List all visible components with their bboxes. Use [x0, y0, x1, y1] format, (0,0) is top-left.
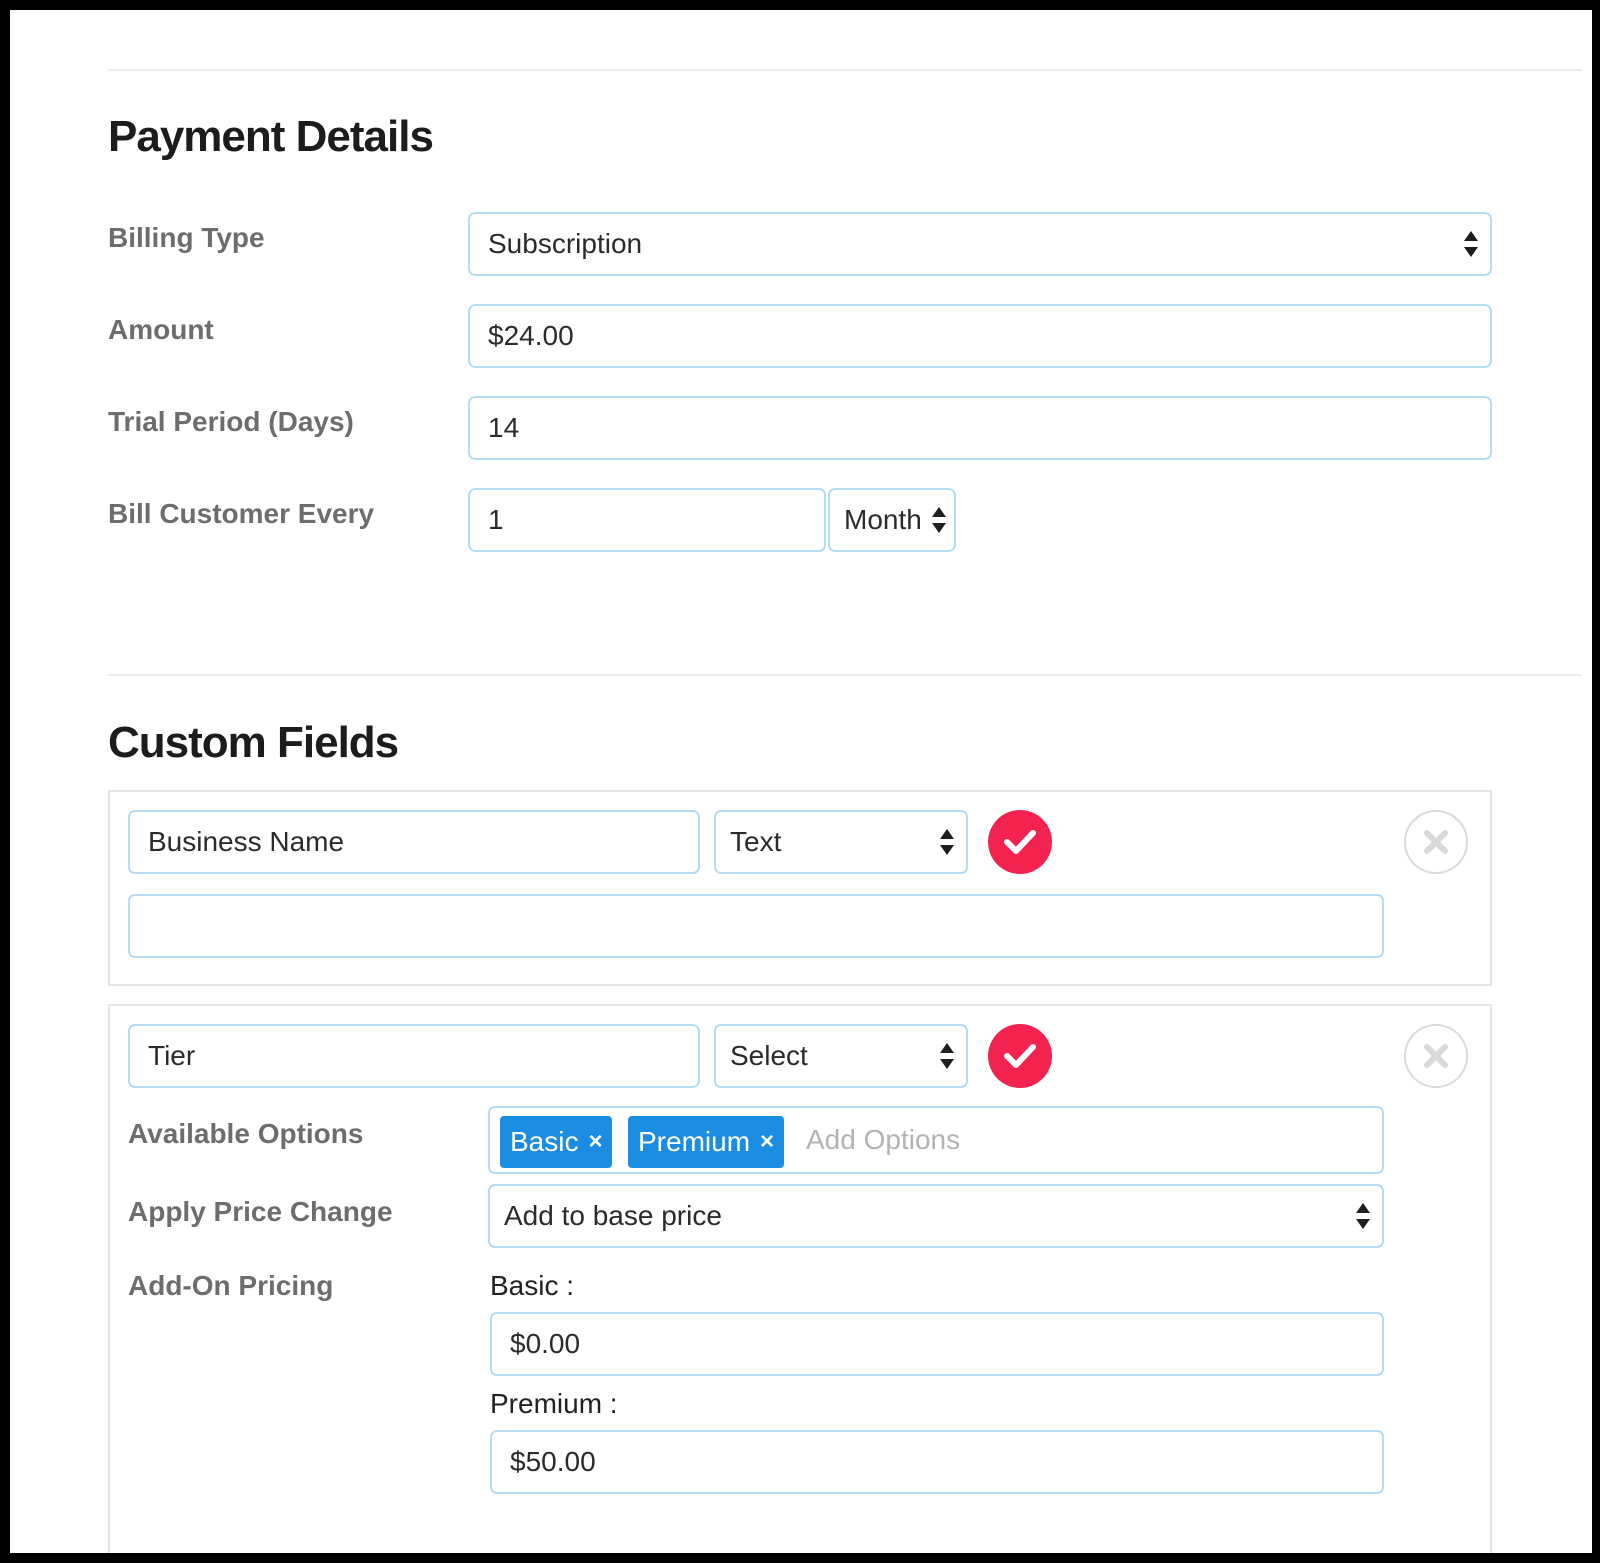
field-name-input[interactable]: Business Name — [128, 810, 700, 874]
trial-period-label: Trial Period (Days) — [108, 406, 354, 437]
addon-price-value: $50.00 — [510, 1446, 596, 1477]
close-icon — [1424, 1044, 1448, 1068]
required-toggle[interactable] — [988, 1024, 1052, 1088]
option-tag-premium: Premium × — [628, 1116, 785, 1168]
add-options-input[interactable] — [804, 1108, 1364, 1172]
option-tag-basic: Basic × — [500, 1116, 613, 1168]
option-tag-label: Basic — [510, 1126, 579, 1157]
options-tag-input[interactable]: Basic × Premium × — [488, 1106, 1384, 1174]
required-toggle[interactable] — [988, 810, 1052, 874]
field-name-value: Tier — [148, 1040, 196, 1071]
addon-price-input-premium[interactable]: $50.00 — [490, 1430, 1384, 1494]
option-tag-label: Premium — [638, 1126, 751, 1157]
apply-price-change-value: Add to base price — [504, 1200, 722, 1231]
select-arrows-icon — [1464, 230, 1478, 258]
form-page: Payment Details Billing Type Subscriptio… — [10, 10, 1592, 1553]
trial-period-value: 14 — [488, 412, 520, 443]
select-arrows-icon — [940, 1042, 954, 1070]
remove-field-button[interactable] — [1404, 1024, 1468, 1088]
field-name-input[interactable]: Tier — [128, 1024, 700, 1088]
apply-price-change-select[interactable]: Add to base price — [488, 1184, 1384, 1248]
addon-pricing-label: Add-On Pricing — [128, 1270, 334, 1301]
select-arrows-icon — [940, 828, 954, 856]
custom-fields-heading: Custom Fields — [108, 718, 399, 767]
field-extra-input[interactable] — [128, 894, 1384, 958]
bill-every-unit-select[interactable]: Month — [828, 488, 956, 552]
apply-price-change-label: Apply Price Change — [128, 1196, 393, 1227]
bill-every-label: Bill Customer Every — [108, 498, 375, 529]
bill-every-input[interactable]: 1 — [468, 488, 826, 552]
amount-label: Amount — [108, 314, 214, 345]
close-icon — [1424, 830, 1448, 854]
custom-field-panel-1: Business Name Text — [108, 790, 1492, 986]
top-divider — [108, 69, 1582, 71]
select-arrows-icon — [1356, 1202, 1370, 1230]
available-options-label: Available Options — [128, 1118, 364, 1149]
field-name-value: Business Name — [148, 826, 345, 857]
bill-every-value: 1 — [488, 504, 504, 535]
bill-every-unit-value: Month — [844, 504, 922, 535]
billing-type-value: Subscription — [488, 228, 643, 259]
check-icon — [1004, 830, 1036, 854]
addon-price-input-basic[interactable]: $0.00 — [490, 1312, 1384, 1376]
field-type-value: Select — [730, 1040, 808, 1071]
payment-details-heading: Payment Details — [108, 112, 434, 161]
remove-tag-icon[interactable]: × — [588, 1128, 602, 1156]
remove-field-button[interactable] — [1404, 810, 1468, 874]
section-divider — [108, 674, 1582, 676]
billing-type-select[interactable]: Subscription — [468, 212, 1492, 276]
trial-period-input[interactable]: 14 — [468, 396, 1492, 460]
custom-field-panel-2: Tier Select Available Options Basic × Pr… — [108, 1004, 1492, 1553]
remove-tag-icon[interactable]: × — [760, 1128, 774, 1156]
addon-price-value: $0.00 — [510, 1328, 581, 1359]
addon-price-label-basic: Basic : — [490, 1270, 575, 1301]
addon-price-label-premium: Premium : — [490, 1388, 618, 1419]
amount-value: $24.00 — [488, 320, 574, 351]
check-icon — [1004, 1044, 1036, 1068]
select-arrows-icon — [932, 506, 946, 534]
billing-type-label: Billing Type — [108, 222, 265, 253]
amount-input[interactable]: $24.00 — [468, 304, 1492, 368]
field-type-select[interactable]: Text — [714, 810, 968, 874]
field-type-select[interactable]: Select — [714, 1024, 968, 1088]
field-type-value: Text — [730, 826, 782, 857]
